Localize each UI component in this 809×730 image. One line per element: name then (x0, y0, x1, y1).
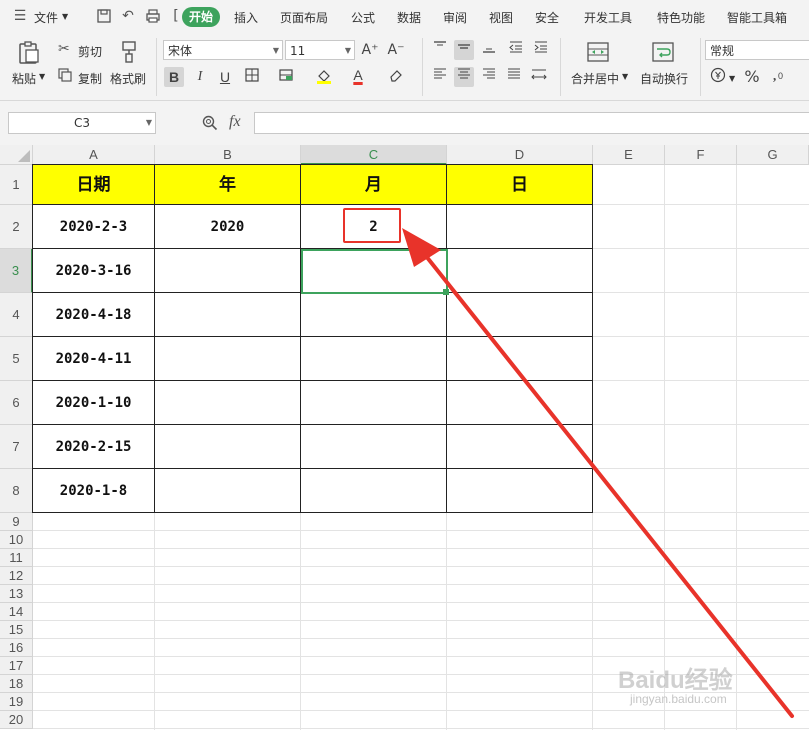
watermark-brand: Baidu经验 (618, 667, 733, 694)
annotation-arrow (402, 228, 794, 718)
watermark-url: jingyan.baidu.com (630, 692, 727, 706)
